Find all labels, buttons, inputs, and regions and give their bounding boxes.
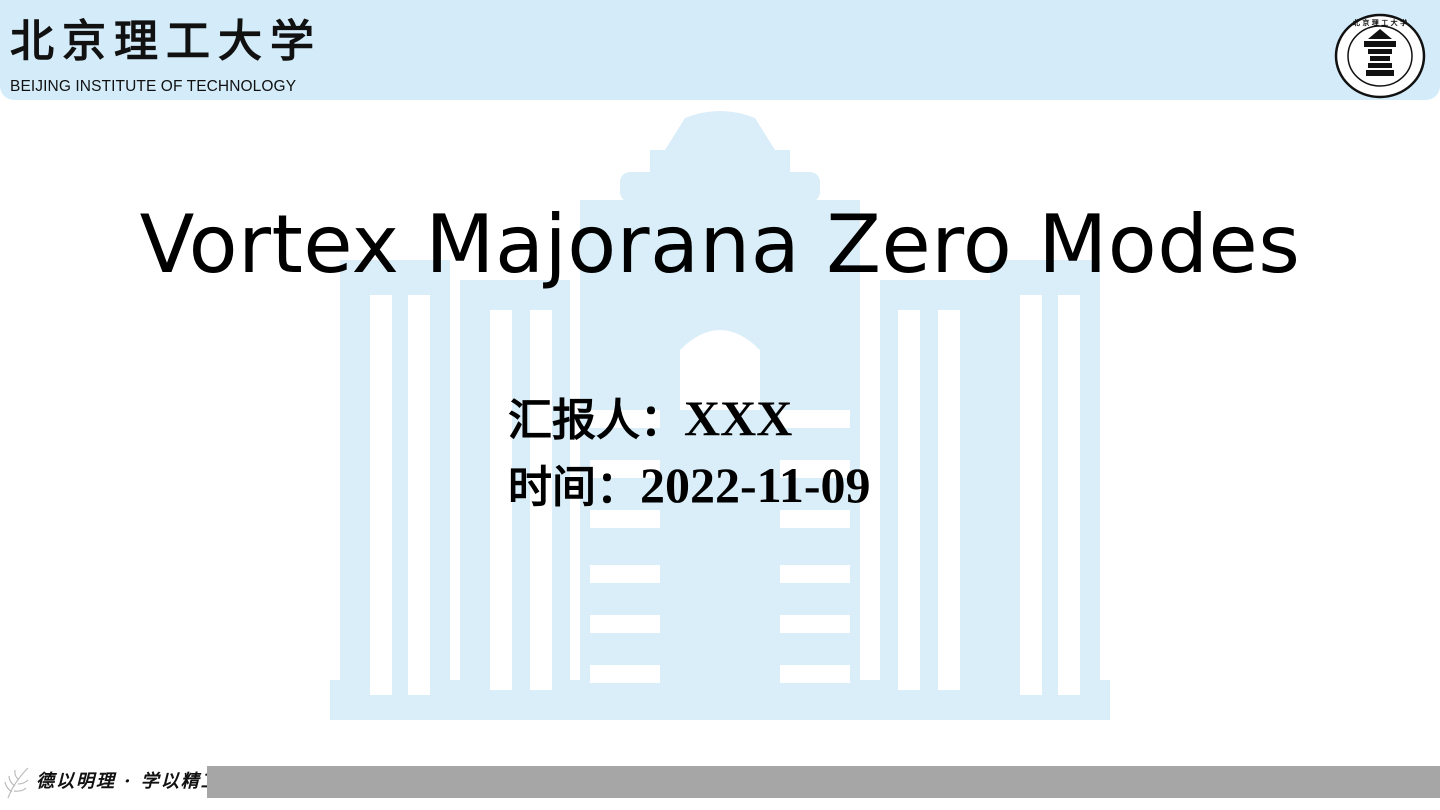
presenter-label: 汇报人： <box>508 395 684 446</box>
svg-text:北 京 理 工 大 学: 北 京 理 工 大 学 <box>1353 18 1407 27</box>
presenter-value: XXX <box>684 390 793 446</box>
time-label: 时间： <box>508 462 640 513</box>
footer-bar <box>207 766 1440 798</box>
header-band: 北京理工大学 BEIJING INSTITUTE OF TECHNOLOGY 北… <box>0 0 1440 100</box>
time-value: 2022-11-09 <box>640 457 871 513</box>
slide-title: Vortex Majorana Zero Modes <box>139 198 1301 291</box>
school-name-en: BEIJING INSTITUTE OF TECHNOLOGY <box>10 78 297 95</box>
school-name-cn: 北京理工大学 <box>10 16 322 67</box>
university-seal-icon: 北 京 理 工 大 学 <box>1334 13 1426 99</box>
time-line: 时间：2022-11-09 <box>508 453 871 520</box>
presenter-line: 汇报人：XXX <box>508 386 871 453</box>
leaf-icon <box>4 767 29 799</box>
school-motto: 德以明理 · 学以精工 <box>36 771 221 792</box>
presenter-info: 汇报人：XXX 时间：2022-11-09 <box>508 386 871 520</box>
